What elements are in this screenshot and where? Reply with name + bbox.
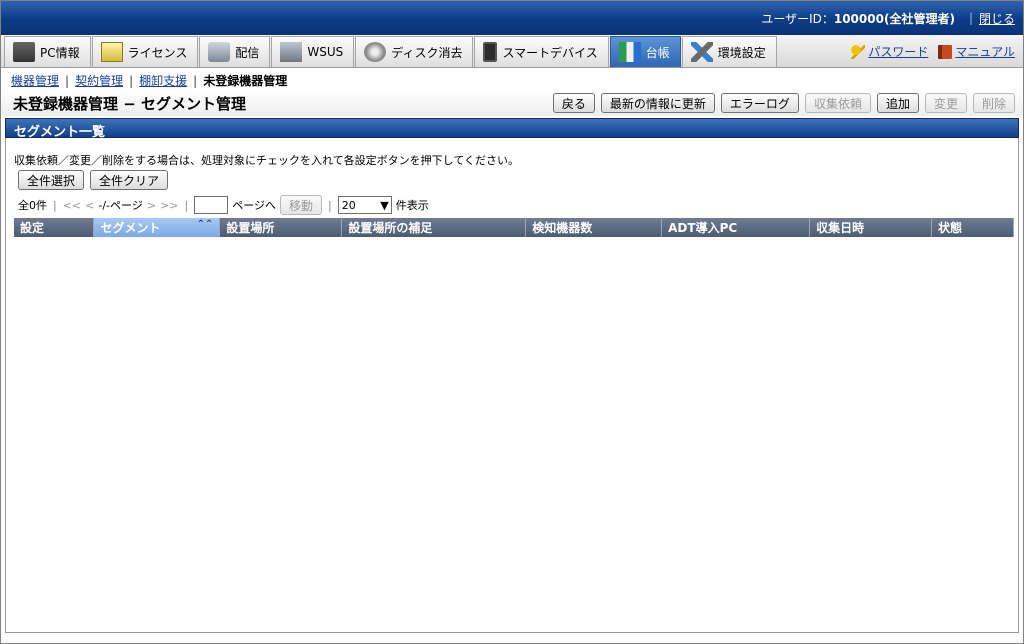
license-icon <box>100 42 123 62</box>
segment-list-panel: 収集依頼／変更／削除をする場合は、処理対象にチェックを入れて各設定ボタンを押下し… <box>5 138 1019 633</box>
last-page-link[interactable]: >> <box>160 199 178 212</box>
refresh-button[interactable]: 最新の情報に更新 <box>600 93 715 113</box>
breadcrumb-device-management[interactable]: 機器管理 <box>11 74 59 88</box>
col-collected-at[interactable]: 収集日時 <box>809 218 932 237</box>
page-info: -/-ページ <box>98 199 143 212</box>
select-all-button[interactable]: 全件選択 <box>18 170 85 190</box>
tab-ledger[interactable]: 台帳 <box>609 36 681 67</box>
header-links: パスワード マニュアル <box>851 35 1023 67</box>
tab-distribution[interactable]: 配信 <box>199 36 271 67</box>
total-count: 全0件 <box>18 199 47 212</box>
book-icon <box>938 45 953 59</box>
sort-ascending-icon: ⌃⌃ <box>196 219 214 230</box>
collect-request-button[interactable]: 収集依頼 <box>804 93 871 113</box>
manual-link[interactable]: マニュアル <box>955 45 1015 59</box>
settings-icon <box>690 42 713 62</box>
toolbar: 戻る 最新の情報に更新 エラーログ 収集依頼 追加 変更 削除 <box>552 93 1015 113</box>
segment-table: 設定 セグメント ⌃⌃ 設置場所 設置場所の補足 検知機器数 ADT導入PC 収集… <box>14 218 1015 237</box>
per-page-label: 件表示 <box>395 199 429 212</box>
table-header-row: 設定 セグメント ⌃⌃ 設置場所 設置場所の補足 検知機器数 ADT導入PC 収集… <box>14 218 1015 237</box>
pager: 全0件 | << < -/-ページ > >> | ページへ 移動 | 20 ▼ 件… <box>6 192 1018 218</box>
tab-wsus[interactable]: WSUS <box>271 36 355 67</box>
ledger-icon <box>618 42 641 62</box>
user-bar-separator: | <box>968 11 973 25</box>
col-segment[interactable]: セグメント ⌃⌃ <box>93 218 221 237</box>
breadcrumb-current: 未登録機器管理 <box>203 74 288 88</box>
section-header: セグメント一覧 <box>5 118 1019 140</box>
clear-all-button[interactable]: 全件クリア <box>90 170 169 190</box>
selection-buttons: 全件選択 全件クリア <box>6 168 1018 192</box>
user-bar: ユーザーID：100000(全社管理者) | 閉じる <box>1 1 1023 35</box>
tab-settings[interactable]: 環境設定 <box>681 36 777 67</box>
change-button[interactable]: 変更 <box>924 93 967 113</box>
per-page-select[interactable]: 20 ▼ <box>337 196 392 214</box>
wsus-icon <box>280 42 303 62</box>
tab-disk-erase[interactable]: ディスク消去 <box>355 36 474 67</box>
error-log-button[interactable]: エラーログ <box>720 93 799 113</box>
distribution-icon <box>208 42 231 62</box>
move-button[interactable]: 移動 <box>279 195 322 215</box>
goto-page-label: ページへ <box>232 199 276 212</box>
col-location-note[interactable]: 設置場所の補足 <box>341 218 527 237</box>
password-link[interactable]: パスワード <box>868 45 928 59</box>
col-adt-pc[interactable]: ADT導入PC <box>661 218 811 237</box>
instruction-text: 収集依頼／変更／削除をする場合は、処理対象にチェックを入れて各設定ボタンを押下し… <box>14 154 520 167</box>
chevron-down-icon: ▼ <box>380 198 389 212</box>
tab-pc-info[interactable]: PC情報 <box>4 36 91 67</box>
manual-link-wrap: マニュアル <box>938 43 1015 60</box>
smart-device-icon <box>483 42 498 62</box>
back-button[interactable]: 戻る <box>552 93 595 113</box>
first-page-link[interactable]: << <box>63 199 81 212</box>
add-button[interactable]: 追加 <box>876 93 919 113</box>
prev-page-link[interactable]: < <box>85 199 94 212</box>
tab-smart-device[interactable]: スマートデバイス <box>474 36 609 67</box>
page-number-input[interactable] <box>194 196 229 214</box>
breadcrumb-contract-management[interactable]: 契約管理 <box>75 74 123 88</box>
delete-button[interactable]: 削除 <box>972 93 1015 113</box>
user-id-display: ユーザーID：100000(全社管理者) <box>761 11 955 26</box>
key-icon <box>851 45 866 59</box>
col-location[interactable]: 設置場所 <box>219 218 343 237</box>
pc-icon <box>13 42 35 62</box>
breadcrumb: 機器管理 | 契約管理 | 棚卸支援 | 未登録機器管理 <box>11 74 288 88</box>
password-link-wrap: パスワード <box>851 43 928 60</box>
page-title: 未登録機器管理 − セグメント管理 <box>13 94 247 113</box>
main-nav-tabs: PC情報 ライセンス 配信 WSUS ディスク消去 スマートデバイス 台帳 環境… <box>1 35 1023 68</box>
next-page-link[interactable]: > <box>147 199 156 212</box>
breadcrumb-inventory-support[interactable]: 棚卸支援 <box>139 74 187 88</box>
disk-erase-icon <box>364 42 387 62</box>
app-window: ユーザーID：100000(全社管理者) | 閉じる PC情報 ライセンス 配信… <box>0 0 1024 644</box>
close-link[interactable]: 閉じる <box>979 10 1015 27</box>
tab-license[interactable]: ライセンス <box>91 36 199 67</box>
title-row: 未登録機器管理 − セグメント管理 戻る 最新の情報に更新 エラーログ 収集依頼… <box>1 90 1023 116</box>
col-setting[interactable]: 設定 <box>14 218 95 237</box>
col-detected-count[interactable]: 検知機器数 <box>525 218 663 237</box>
col-status[interactable]: 状態 <box>931 218 1015 237</box>
